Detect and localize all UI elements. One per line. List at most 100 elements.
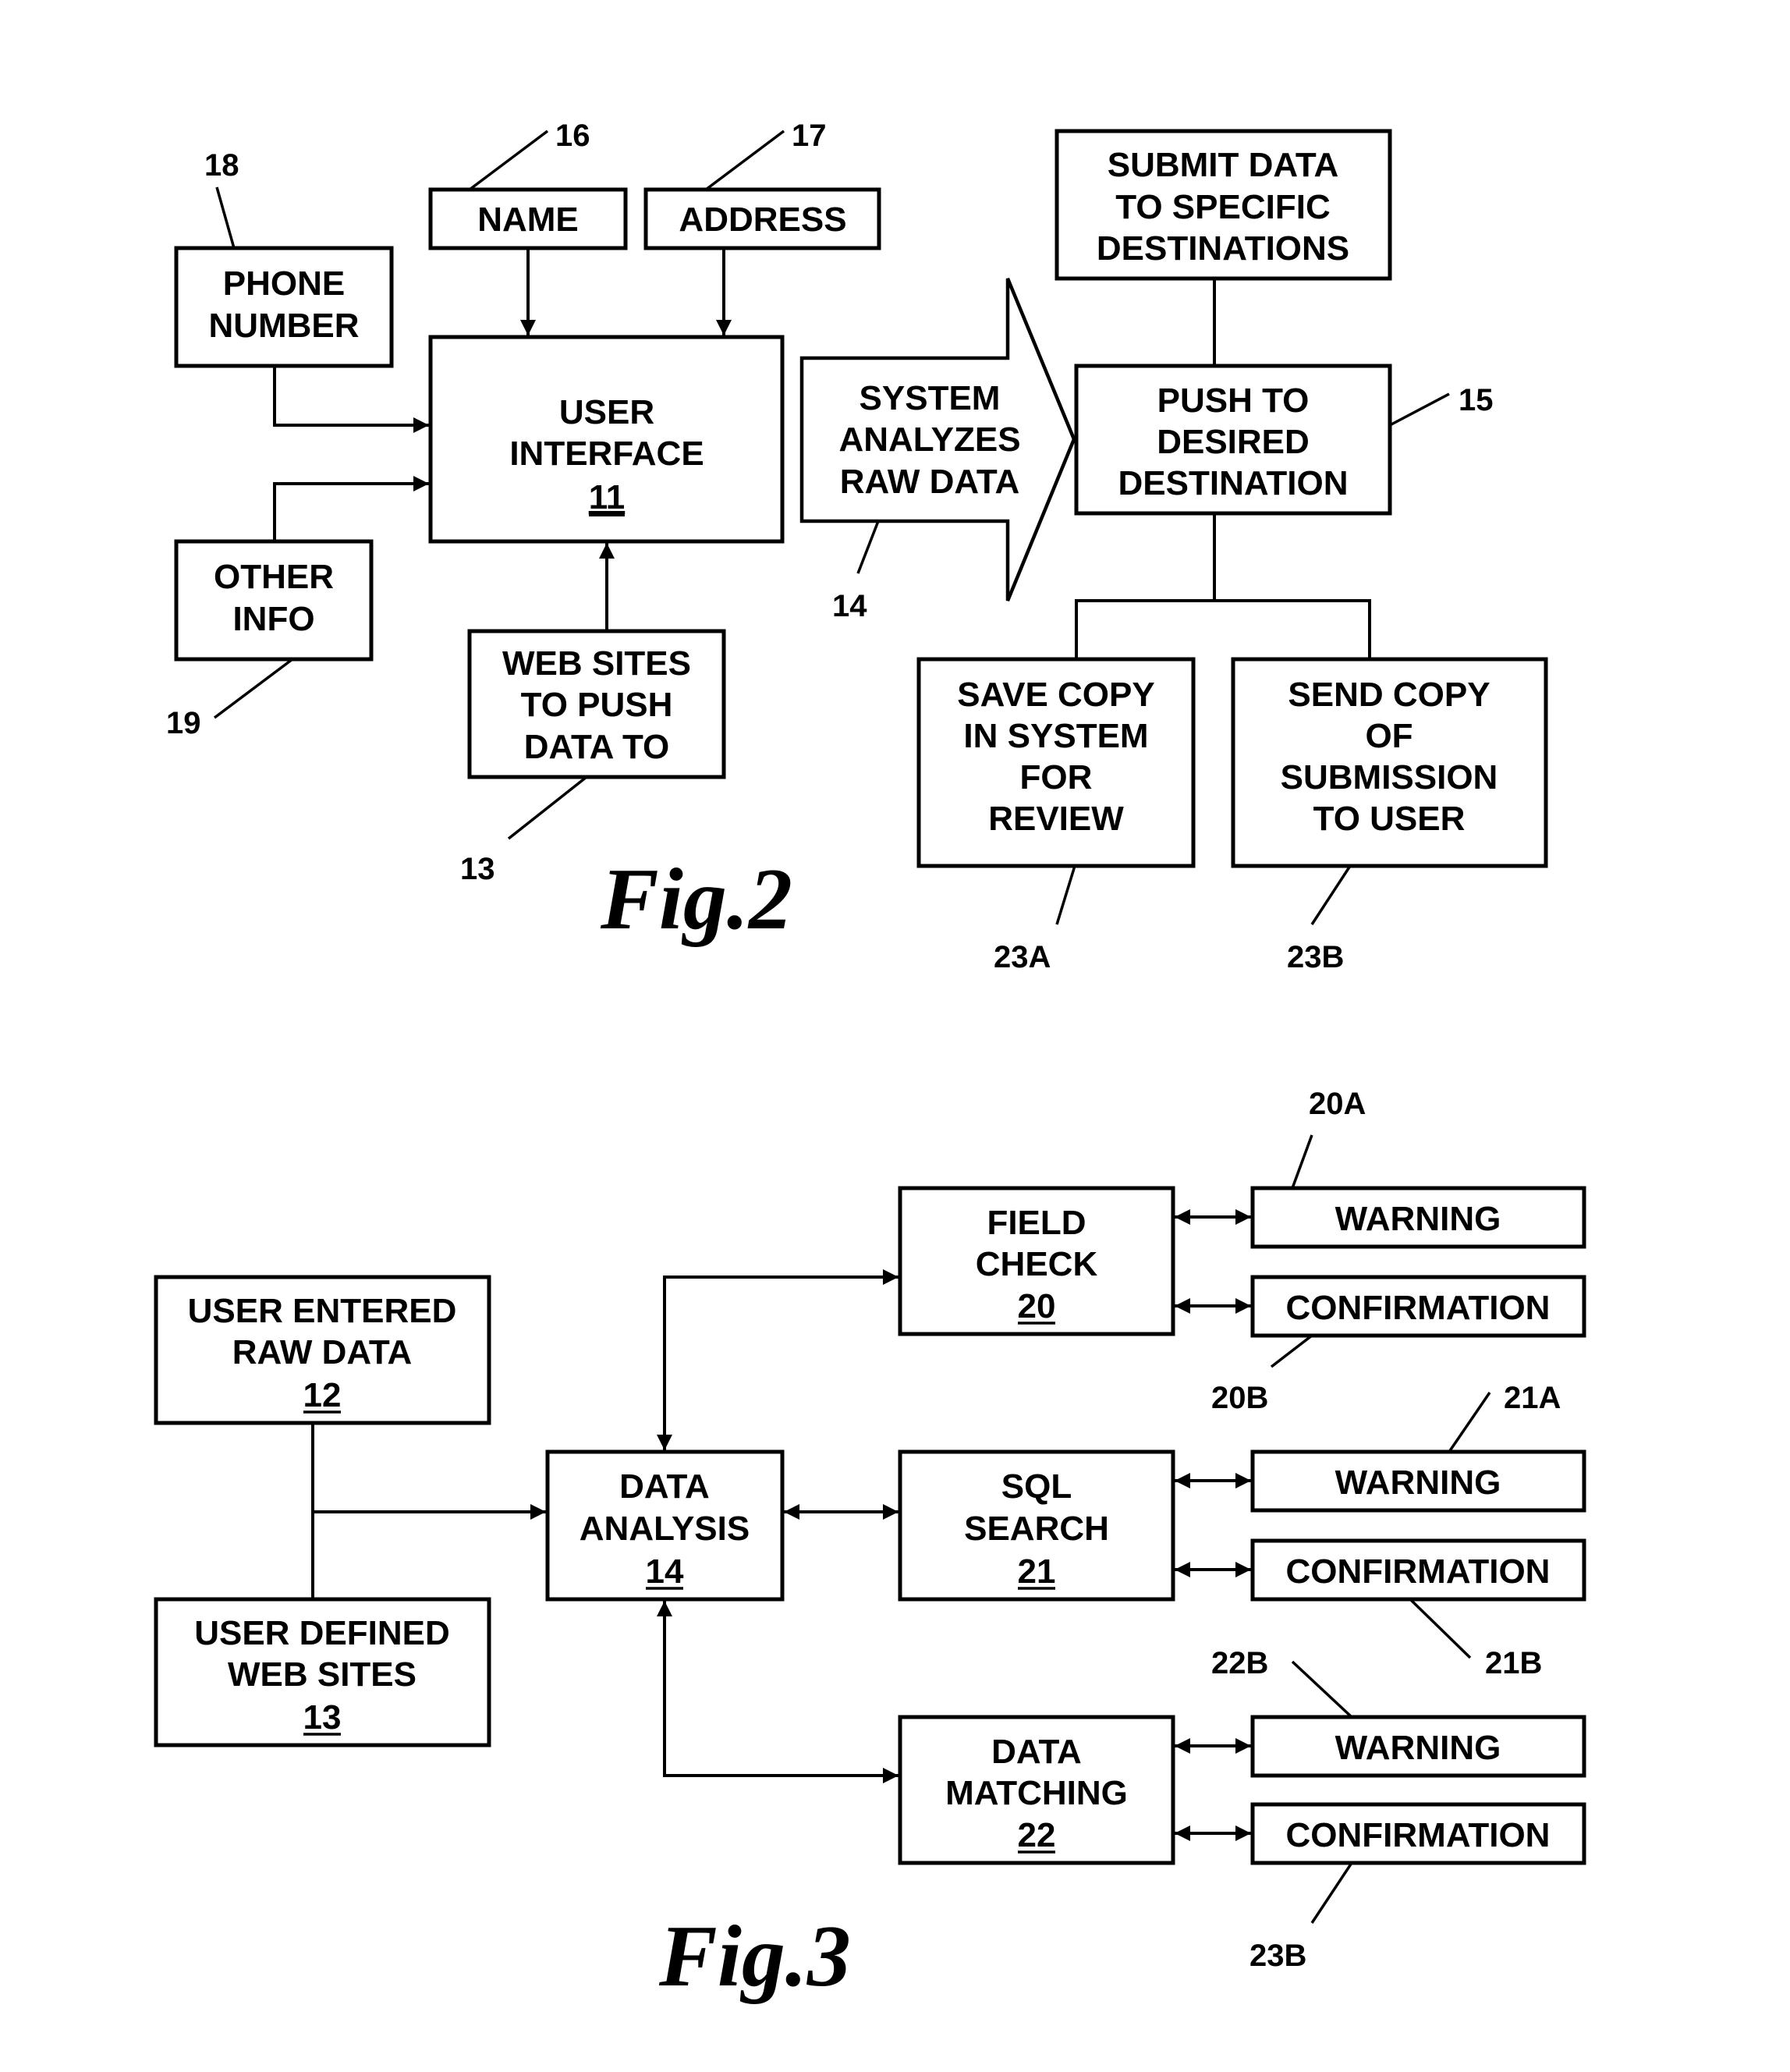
sql-search-line1: SQL <box>1001 1467 1072 1506</box>
ref-16: 16 <box>555 119 590 153</box>
save-copy-line4: REVIEW <box>988 800 1124 838</box>
warning-label-1: WARNING <box>1335 1200 1501 1238</box>
save-copy-line3: FOR <box>1020 758 1093 797</box>
field-check-line1: FIELD <box>987 1204 1086 1242</box>
web-sites-line1: WEB SITES <box>502 644 691 683</box>
other-info-line2: INFO <box>232 600 314 638</box>
send-copy-line4: TO USER <box>1313 800 1466 838</box>
arrow-phone-to-ui <box>273 366 429 433</box>
leader-21a <box>1448 1392 1491 1453</box>
data-analysis-line2: ANALYSIS <box>580 1510 750 1548</box>
send-copy-line2: OF <box>1365 717 1413 755</box>
arrow-other-to-ui <box>273 476 429 541</box>
leader-23b <box>1310 865 1352 925</box>
data-analysis-box: DATA ANALYSIS 14 <box>545 1449 785 1602</box>
push-to-line2: DESIRED <box>1157 423 1310 461</box>
push-to-line1: PUSH TO <box>1157 381 1310 420</box>
leader-21b <box>1409 1598 1472 1659</box>
name-label: NAME <box>477 200 579 239</box>
ref-20a: 20A <box>1309 1087 1366 1121</box>
ref-17: 17 <box>792 119 827 153</box>
arrow-analysis-matching <box>657 1601 899 1783</box>
fig3: USER ENTERED RAW DATA 12 USER DEFINED WE… <box>154 1087 1586 2005</box>
sql-search-ref: 21 <box>1018 1552 1056 1591</box>
sql-search-line2: SEARCH <box>964 1510 1109 1548</box>
user-interface-line1: USER <box>559 393 654 431</box>
leader-23a <box>1055 865 1076 925</box>
address-label: ADDRESS <box>679 200 846 239</box>
leader-23b-fig3 <box>1310 1862 1353 1924</box>
leader-22b <box>1291 1660 1353 1719</box>
ref-14: 14 <box>832 589 867 623</box>
system-analyzes-line1: SYSTEM <box>860 379 1001 417</box>
user-entered-line2: RAW DATA <box>232 1333 413 1371</box>
sql-search-box: SQL SEARCH 21 <box>898 1449 1175 1602</box>
user-entered-ref: 12 <box>303 1376 342 1414</box>
web-sites-box: WEB SITES TO PUSH DATA TO <box>467 629 726 779</box>
send-copy-line1: SEND COPY <box>1288 676 1490 714</box>
push-to-line3: DESTINATION <box>1118 464 1349 502</box>
system-analyzes-line3: RAW DATA <box>840 463 1020 501</box>
confirmation-label-1: CONFIRMATION <box>1286 1289 1551 1327</box>
data-analysis-ref: 14 <box>646 1552 684 1591</box>
field-check-line2: CHECK <box>976 1245 1098 1283</box>
user-entered-line1: USER ENTERED <box>188 1292 457 1330</box>
ref-20b: 20B <box>1211 1381 1268 1415</box>
system-analyzes-line2: ANALYZES <box>838 420 1020 459</box>
save-copy-line1: SAVE COPY <box>957 676 1154 714</box>
ref-13: 13 <box>460 852 495 886</box>
arrow-analysis-fieldcheck <box>657 1269 899 1450</box>
user-entered-box: USER ENTERED RAW DATA 12 <box>154 1275 491 1425</box>
phone-label-line1: PHONE <box>223 264 345 303</box>
submit-data-line1: SUBMIT DATA <box>1108 146 1339 184</box>
phone-label-line2: NUMBER <box>208 307 359 345</box>
branch-line <box>1075 599 1371 659</box>
field-check-box: FIELD CHECK 20 <box>898 1186 1175 1336</box>
submit-data-line3: DESTINATIONS <box>1097 229 1349 268</box>
data-analysis-line1: DATA <box>619 1467 710 1506</box>
ref-21b: 21B <box>1485 1646 1542 1680</box>
leader-18 <box>215 186 236 249</box>
ref-15: 15 <box>1459 383 1494 417</box>
ref-22b: 22B <box>1211 1646 1268 1680</box>
confirmation-label-3: CONFIRMATION <box>1286 1816 1551 1854</box>
confirmation-label-2: CONFIRMATION <box>1286 1552 1551 1591</box>
address-box: ADDRESS <box>643 187 881 250</box>
leader-19 <box>213 658 294 719</box>
other-info-line1: OTHER <box>214 558 334 596</box>
user-defined-box: USER DEFINED WEB SITES 13 <box>154 1597 491 1747</box>
fig2: NAME 16 ADDRESS 17 PHONE NUMBER 18 USER … <box>166 119 1548 974</box>
ref-21a: 21A <box>1504 1381 1561 1415</box>
data-matching-ref: 22 <box>1018 1816 1056 1854</box>
other-info-box: OTHER INFO <box>174 539 374 662</box>
leader-14 <box>856 520 880 574</box>
user-interface-ref: 11 <box>589 478 626 516</box>
leader-20b <box>1270 1334 1313 1368</box>
save-copy-line2: IN SYSTEM <box>963 717 1148 755</box>
user-interface-line2: INTERFACE <box>509 435 704 473</box>
user-interface-box: USER INTERFACE 11 <box>428 335 785 544</box>
phone-number-box: PHONE NUMBER <box>174 246 394 368</box>
user-defined-line2: WEB SITES <box>228 1655 416 1694</box>
push-to-box: PUSH TO DESIRED DESTINATION <box>1074 364 1392 516</box>
save-copy-box: SAVE COPY IN SYSTEM FOR REVIEW <box>916 657 1196 868</box>
data-matching-line1: DATA <box>991 1733 1082 1771</box>
send-copy-box: SEND COPY OF SUBMISSION TO USER <box>1231 657 1548 868</box>
ref-23a: 23A <box>994 940 1051 974</box>
ref-19: 19 <box>166 706 201 740</box>
leader-16 <box>468 130 549 191</box>
leader-13 <box>507 775 588 840</box>
send-copy-line3: SUBMISSION <box>1281 758 1498 797</box>
fig2-caption: Fig.2 <box>600 851 792 948</box>
data-matching-box: DATA MATCHING 22 <box>898 1715 1175 1865</box>
user-defined-ref: 13 <box>303 1698 342 1737</box>
fig3-caption: Fig.3 <box>658 1908 851 2005</box>
name-box: NAME <box>428 187 628 250</box>
data-matching-line2: MATCHING <box>945 1774 1128 1812</box>
leader-17 <box>704 130 785 191</box>
patent-figures: NAME 16 ADDRESS 17 PHONE NUMBER 18 USER … <box>154 119 1586 2005</box>
field-check-ref: 20 <box>1018 1287 1056 1325</box>
web-sites-line2: TO PUSH <box>521 686 673 724</box>
leader-15 <box>1389 392 1450 427</box>
submit-data-line2: TO SPECIFIC <box>1115 188 1330 226</box>
